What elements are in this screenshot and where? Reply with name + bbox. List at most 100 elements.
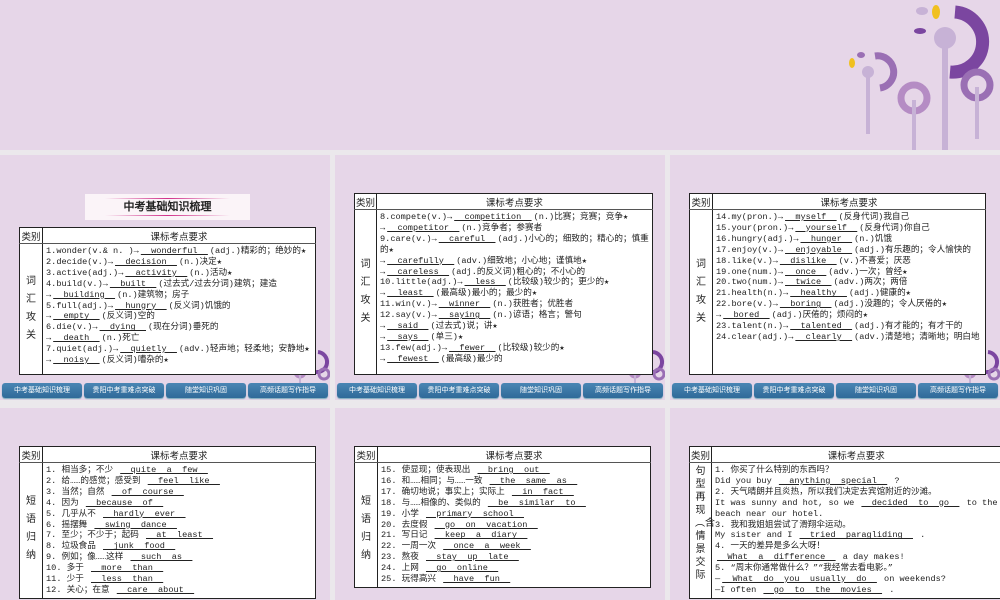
nav-button-3[interactable]: 随堂知识巩固: [836, 383, 916, 398]
slide-panel[interactable]: 类别 课标考点要求 短语归纳 1. 相当多；不少 quite a few 2. 给………: [0, 408, 330, 600]
requirements-cell: 15. 使显现；使表现出 bring out 16. 和……相同；与……一致 t…: [377, 462, 651, 588]
category-label: 短语归纳: [26, 496, 36, 561]
line-text: (n.)死亡: [101, 333, 140, 344]
line-text: (最高级)最小的；最少的★: [435, 288, 538, 299]
line-text: 21. 写日记: [381, 530, 433, 541]
list-item: → careless (adj.的反义词)粗心的；不小心的: [380, 267, 649, 278]
category-cell: 句型再现︵含情景交际: [689, 462, 715, 599]
line-text: (过去式)说；讲★: [430, 321, 498, 332]
answer-blank: empty: [53, 311, 100, 322]
list-item: 12.say(v.)→ saying (n.)谚语；格言；警句: [380, 310, 649, 321]
answer-blank: decision: [115, 256, 177, 267]
answer-blank: be similar to: [487, 497, 586, 508]
answer-blank: primary school: [425, 508, 524, 519]
list-item: 8. 垃圾食品 junk food: [46, 541, 312, 552]
line-text: 7. 至少；不少于；起码: [46, 530, 144, 541]
list-item: 15. 使显现；使表现出 bring out: [381, 465, 647, 476]
line-text: (adj.)精彩的；绝妙的★: [209, 246, 307, 256]
nav-button-2[interactable]: 贵阳中考重难点突破: [84, 383, 164, 398]
line-text: It was sunny and hot, so we: [715, 497, 860, 508]
nav-button-2[interactable]: 贵阳中考重难点突破: [419, 383, 499, 398]
answer-blank: keep a diary: [434, 530, 528, 541]
list-item: 1. 相当多；不少 quite a few: [46, 465, 312, 476]
list-item: My sister and I tried paragliding .: [715, 530, 998, 541]
answer-blank: go to the movies: [763, 584, 883, 595]
nav-button-4[interactable]: 高频话题写作指导: [918, 383, 998, 398]
line-text: 24.clear(adj.)→: [716, 331, 794, 342]
nav-bar: 中考基础知识梳理 贵阳中考重难点突破 随堂知识巩固 高频话题写作指导: [670, 383, 1000, 398]
line-text: 21.health(n.)→: [716, 288, 789, 299]
line-text: (单三)★: [430, 331, 464, 342]
line-text: beach near our hotel.: [715, 508, 824, 519]
nav-button-4[interactable]: 高频话题写作指导: [583, 383, 663, 398]
list-item: 23. 熬夜 stay up late: [381, 552, 647, 563]
answer-blank: have fun: [443, 574, 511, 585]
header-requirements: 课标考点要求: [377, 446, 651, 463]
line-text: 18.like(v.)→: [716, 255, 778, 266]
nav-button-2[interactable]: 贵阳中考重难点突破: [754, 383, 834, 398]
answer-blank: care about: [116, 584, 195, 595]
line-text: 11. 少于: [46, 574, 89, 585]
line-text: 2. 天气晴朗并且炎热，所以我们决定去宾馆附近的沙滩。: [715, 486, 937, 497]
line-text: (最高级)最少的: [440, 353, 503, 364]
line-text: 12.say(v.)→: [380, 310, 437, 321]
table-row: 词汇攻关 14.my(pron.)→ myself (反身代词)我自己 15.you…: [689, 209, 986, 375]
line-text: (n.)饥饿: [854, 233, 892, 244]
list-item: 2.decide(v.)→ decision (n.)决定★: [46, 257, 312, 268]
nav-button-3[interactable]: 随堂知识巩固: [166, 383, 246, 398]
list-item: → competitor (n.)竞争者；参赛者: [380, 223, 649, 234]
list-item: 3. 我和我姐姐尝试了滑翔伞运动。: [715, 520, 998, 531]
line-text: 4.build(v.)→: [46, 278, 108, 289]
list-item: 17.enjoy(v.)→ enjoyable (adj.)有乐趣的；令人愉快的: [716, 245, 982, 256]
answer-blank: death: [53, 333, 100, 344]
header-category: 类别: [689, 193, 713, 210]
line-text: 25. 玩得高兴: [381, 574, 442, 585]
list-item: 7. 至少；不少于；起码 at least: [46, 530, 312, 541]
nav-button-1[interactable]: 中考基础知识梳理: [672, 383, 752, 398]
header-requirements: 课标考点要求: [711, 446, 1000, 463]
line-text: 15. 使显现；使表现出: [381, 465, 476, 475]
line-text: (adv.)一次；曾经★: [828, 266, 908, 277]
line-text: 3. 当然；自然: [46, 486, 110, 497]
line-text: (n.)获胜者；优胜者: [492, 299, 574, 310]
answer-blank: building: [53, 289, 116, 300]
list-item: 18.like(v.)→ dislike (v.)不喜爱；厌恶: [716, 256, 982, 267]
line-text: 3. 我和我姐姐尝试了滑翔伞运动。: [715, 519, 851, 530]
line-text: 4. 因为: [46, 497, 84, 508]
list-item: Did you buy anything special ?: [715, 476, 998, 487]
line-text: (adj.)小心的；细致的；精心的；慎重: [497, 233, 649, 244]
table-header-row: 类别 课标考点要求: [19, 446, 316, 463]
line-text: (adj.)健康的★: [848, 288, 911, 299]
header-category: 类别: [689, 446, 712, 463]
table-header-row: 类别 课标考点要求: [689, 446, 1000, 463]
slide-panel[interactable]: 类别 课标考点要求 句型再现︵含情景交际 1. 你买了什么特别的东西吗？ Did you…: [670, 408, 1000, 600]
table-header-row: 类别 课标考点要求: [354, 446, 651, 463]
category-label: 句型再现︵含情景交际: [695, 466, 715, 581]
line-text: 19.one(num.)→: [716, 266, 784, 277]
line-text: (过去式/过去分词)建筑；建造: [158, 278, 277, 289]
slide-panel[interactable]: 类别 课标考点要求 短语归纳 15. 使显现；使表现出 bring out 16. 和…: [335, 408, 665, 600]
line-text: 9.care(v.)→: [380, 233, 437, 244]
answer-blank: noisy: [53, 355, 100, 366]
category-cell: 词汇攻关: [19, 243, 43, 375]
line-text: 12. 关心；在意: [46, 584, 115, 595]
line-text: (adj.)没趣的；令人厌倦的★: [833, 299, 947, 310]
nav-button-1[interactable]: 中考基础知识梳理: [337, 383, 417, 398]
requirements-table: 类别 课标考点要求 句型再现︵含情景交际 1. 你买了什么特别的东西吗？ Did you…: [689, 446, 1000, 599]
nav-button-4[interactable]: 高频话题写作指导: [248, 383, 328, 398]
line-text: (比较级)较少的；更少的★: [507, 277, 610, 288]
nav-button-1[interactable]: 中考基础知识梳理: [2, 383, 82, 398]
list-item: 6.die(v.)→ dying (现在分词)垂死的: [46, 322, 312, 333]
list-item: 5.full(adj.)→ hungry (反义词)饥饿的: [46, 301, 312, 312]
header-requirements: 课标考点要求: [42, 446, 316, 463]
header-category: 类别: [19, 446, 43, 463]
nav-button-3[interactable]: 随堂知识巩固: [501, 383, 581, 398]
list-item: What a difference a day makes!: [715, 552, 998, 563]
slide-panel[interactable]: 类别 课标考点要求 词汇攻关 8.compete(v.)→ competition (…: [335, 155, 665, 400]
slide-panel[interactable]: 中考基础知识梳理 类别 课标考点要求 词汇攻关 1.wonder(v.& n. )→ w…: [0, 155, 330, 400]
answer-blank: hunger: [800, 233, 853, 244]
line-text: (adj.的反义词)粗心的；不小心的: [451, 266, 586, 277]
line-text: 16. 和……相同；与……一致: [381, 475, 488, 486]
line-text: 1.wonder(v.& n. )→: [46, 246, 139, 256]
slide-panel[interactable]: 类别 课标考点要求 词汇攻关 14.my(pron.)→ myself (反身代词)我…: [670, 155, 1000, 400]
